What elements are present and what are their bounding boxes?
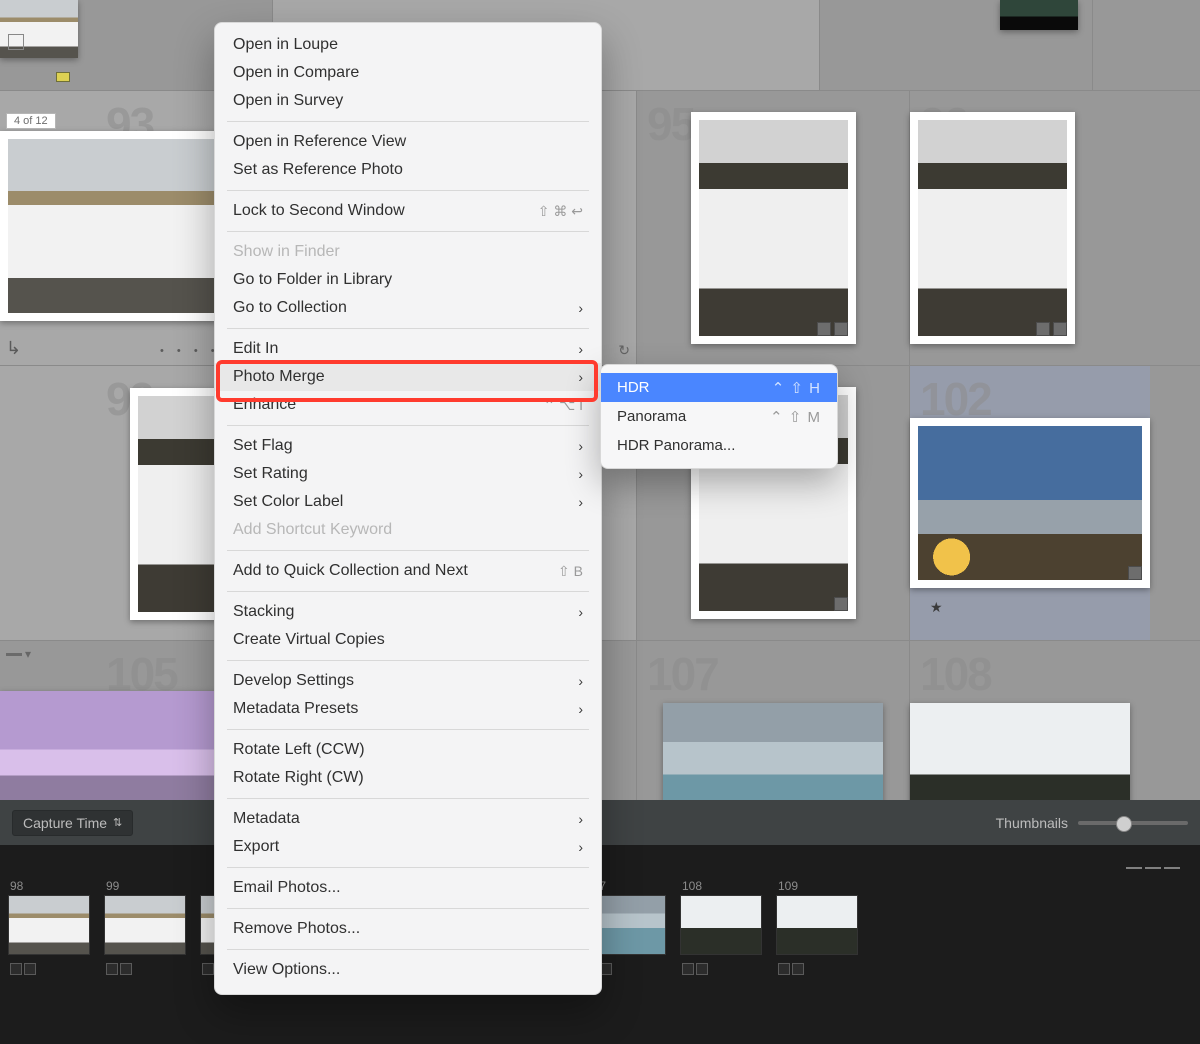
menu-open-reference[interactable]: Open in Reference View bbox=[215, 128, 601, 156]
thumbnails-label: Thumbnails bbox=[996, 815, 1068, 831]
menu-photo-merge[interactable]: Photo Merge› bbox=[215, 363, 601, 391]
menu-open-loupe[interactable]: Open in Loupe bbox=[215, 31, 601, 59]
submenu-hdr-panorama[interactable]: HDR Panorama... bbox=[601, 431, 837, 460]
menu-show-in-finder: Show in Finder bbox=[215, 238, 601, 266]
menu-set-reference[interactable]: Set as Reference Photo bbox=[215, 156, 601, 184]
filmstrip-options-icon[interactable] bbox=[1126, 867, 1180, 869]
chevron-right-icon: › bbox=[578, 341, 583, 357]
sort-arrows-icon: ⇅ bbox=[113, 816, 122, 829]
filmstrip-badges bbox=[682, 963, 708, 975]
menu-go-to-collection[interactable]: Go to Collection› bbox=[215, 294, 601, 322]
filmstrip-item[interactable]: 98 bbox=[8, 895, 90, 975]
thumb-badges bbox=[1036, 322, 1067, 336]
menu-add-shortcut-keyword: Add Shortcut Keyword bbox=[215, 516, 601, 544]
sort-label: Capture Time bbox=[23, 815, 107, 831]
menu-open-survey[interactable]: Open in Survey bbox=[215, 87, 601, 115]
menu-set-rating[interactable]: Set Rating› bbox=[215, 460, 601, 488]
menu-metadata[interactable]: Metadata› bbox=[215, 805, 601, 833]
chevron-right-icon: › bbox=[578, 701, 583, 717]
menu-metadata-presets[interactable]: Metadata Presets› bbox=[215, 695, 601, 723]
menu-export[interactable]: Export› bbox=[215, 833, 601, 861]
rotate-icon[interactable]: ↻ bbox=[618, 342, 630, 359]
grid-cell[interactable]: 102 ★ bbox=[910, 366, 1150, 640]
context-menu: Open in Loupe Open in Compare Open in Su… bbox=[214, 22, 602, 995]
chevron-right-icon: › bbox=[578, 604, 583, 620]
filmstrip-badges bbox=[10, 963, 36, 975]
menu-set-color-label[interactable]: Set Color Label› bbox=[215, 488, 601, 516]
menu-add-quick-collection[interactable]: Add to Quick Collection and Next⇧ B bbox=[215, 557, 601, 585]
yellow-label-icon bbox=[56, 72, 70, 82]
cell-options-icon[interactable]: ▾ bbox=[6, 647, 31, 661]
menu-stacking[interactable]: Stacking› bbox=[215, 598, 601, 626]
chevron-right-icon: › bbox=[578, 811, 583, 827]
menu-email-photos[interactable]: Email Photos... bbox=[215, 874, 601, 902]
filmstrip-item[interactable]: 108 bbox=[680, 895, 762, 975]
filmstrip-item[interactable]: 109 bbox=[776, 895, 858, 975]
thumb-badges bbox=[1128, 566, 1142, 580]
menu-view-options[interactable]: View Options... bbox=[215, 956, 601, 984]
menu-remove-photos[interactable]: Remove Photos... bbox=[215, 915, 601, 943]
thumbnail-size-slider[interactable] bbox=[1078, 821, 1188, 825]
filmstrip-badges bbox=[106, 963, 132, 975]
menu-rotate-left[interactable]: Rotate Left (CCW) bbox=[215, 736, 601, 764]
menu-rotate-right[interactable]: Rotate Right (CW) bbox=[215, 764, 601, 792]
filmstrip-number: 108 bbox=[682, 879, 702, 893]
stack-count-badge: 4 of 12 bbox=[6, 113, 56, 129]
photo-merge-submenu: HDR⌃ ⇧ H Panorama⌃ ⇧ M HDR Panorama... bbox=[600, 364, 838, 469]
chevron-right-icon: › bbox=[578, 369, 583, 385]
chevron-right-icon: › bbox=[578, 438, 583, 454]
chevron-right-icon: › bbox=[578, 673, 583, 689]
filmstrip-thumb bbox=[776, 895, 858, 955]
grid-cell[interactable]: ★★★ bbox=[820, 0, 1093, 90]
chevron-right-icon: › bbox=[578, 839, 583, 855]
filmstrip-thumb bbox=[8, 895, 90, 955]
sort-menu[interactable]: Capture Time ⇅ bbox=[12, 810, 133, 836]
submenu-hdr[interactable]: HDR⌃ ⇧ H bbox=[601, 373, 837, 402]
cell-number: 107 bbox=[647, 647, 718, 701]
menu-create-virtual-copies[interactable]: Create Virtual Copies bbox=[215, 626, 601, 654]
menu-edit-in[interactable]: Edit In› bbox=[215, 335, 601, 363]
filmstrip-thumb bbox=[680, 895, 762, 955]
filmstrip-number: 109 bbox=[778, 879, 798, 893]
filmstrip-number: 99 bbox=[106, 879, 119, 893]
filmstrip-number: 98 bbox=[10, 879, 23, 893]
grid-cell[interactable]: 95 bbox=[637, 91, 910, 365]
chevron-right-icon: › bbox=[578, 494, 583, 510]
chevron-right-icon: › bbox=[578, 300, 583, 316]
menu-develop-settings[interactable]: Develop Settings› bbox=[215, 667, 601, 695]
menu-open-compare[interactable]: Open in Compare bbox=[215, 59, 601, 87]
filmstrip-badges bbox=[778, 963, 804, 975]
rating-stars: ★ bbox=[930, 599, 944, 616]
cell-number: 95 bbox=[647, 97, 694, 151]
menu-lock-second-window[interactable]: Lock to Second Window⇧ ⌘ ↩ bbox=[215, 197, 601, 225]
menu-set-flag[interactable]: Set Flag› bbox=[215, 432, 601, 460]
cell-number: 108 bbox=[920, 647, 991, 701]
chevron-right-icon: › bbox=[578, 466, 583, 482]
filmstrip-thumb bbox=[104, 895, 186, 955]
thumb-badges bbox=[817, 322, 848, 336]
menu-enhance[interactable]: Enhance⌃ ⌥ I bbox=[215, 391, 601, 419]
submenu-panorama[interactable]: Panorama⌃ ⇧ M bbox=[601, 402, 837, 431]
filmstrip-item[interactable]: 99 bbox=[104, 895, 186, 975]
grid-cell[interactable]: 96 bbox=[910, 91, 1075, 365]
stack-expand-icon[interactable]: ↳ bbox=[6, 338, 21, 359]
menu-go-to-folder[interactable]: Go to Folder in Library bbox=[215, 266, 601, 294]
thumb-badges bbox=[834, 597, 848, 611]
grid-cell[interactable] bbox=[1093, 0, 1200, 90]
thumb-badge bbox=[8, 34, 24, 50]
